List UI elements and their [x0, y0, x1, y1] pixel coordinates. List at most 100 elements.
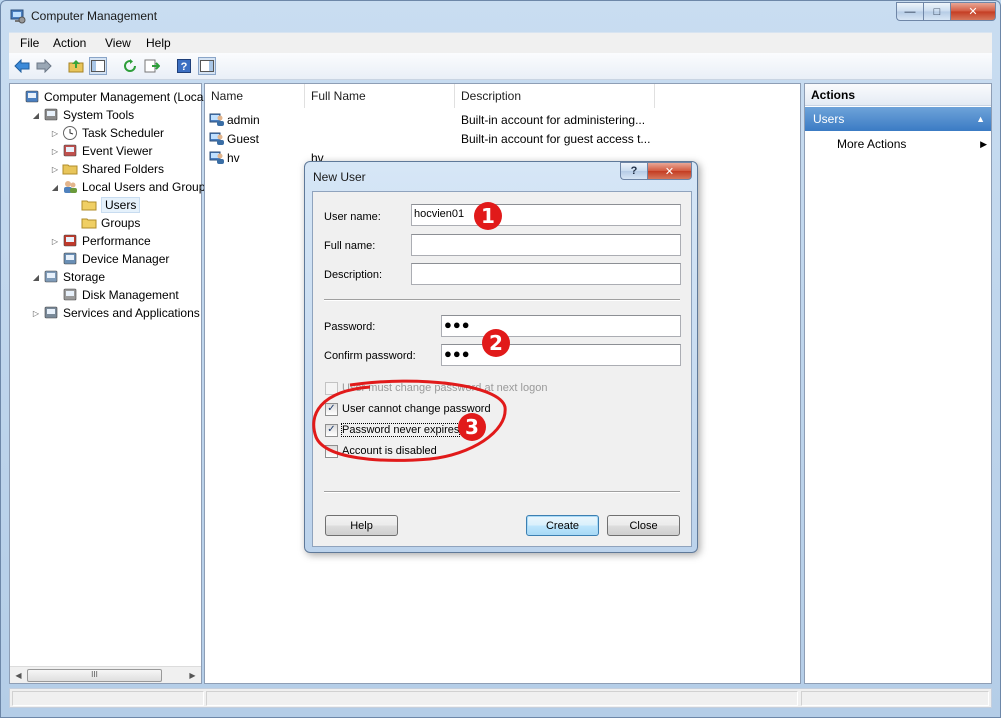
performance-icon: [62, 233, 78, 249]
up-folder-icon[interactable]: [67, 57, 85, 75]
folder-icon: [81, 197, 97, 213]
tree-item-label: Computer Management (Local: [44, 90, 207, 104]
tree-item-performance[interactable]: ▷ Performance: [50, 232, 151, 250]
actions-section-users[interactable]: Users ▲: [805, 107, 991, 131]
user-name: admin: [227, 113, 260, 127]
title-bar[interactable]: Computer Management — □ ✕: [1, 1, 1000, 31]
confirm-password-label: Confirm password:: [324, 350, 416, 362]
collapsed-arrow-icon[interactable]: ▷: [50, 237, 60, 246]
refresh-icon[interactable]: [121, 57, 139, 75]
user-row[interactable]: Guest Built-in account for guest access t…: [205, 130, 800, 149]
more-actions-label: More Actions: [837, 137, 907, 151]
tree-item-event-viewer[interactable]: ▷ Event Viewer: [50, 142, 153, 160]
tree-item-computer-management-local[interactable]: Computer Management (Local: [12, 88, 206, 106]
back-arrow-icon[interactable]: [13, 57, 31, 75]
maximize-button[interactable]: □: [923, 2, 950, 21]
submenu-arrow-icon: ▶: [980, 139, 987, 149]
tree-item-shared-folders[interactable]: ▷ Shared Folders: [50, 160, 164, 178]
close-button[interactable]: ✕: [950, 2, 996, 21]
services-icon: [43, 305, 59, 321]
username-label: User name:: [324, 211, 381, 223]
actions-header: Actions: [805, 84, 991, 106]
expanded-arrow-icon[interactable]: ◢: [31, 111, 41, 120]
tree-item-label: Performance: [82, 234, 151, 248]
more-actions-item[interactable]: More Actions ▶: [837, 137, 987, 151]
event-viewer-icon: [62, 143, 78, 159]
dialog-body: User name: hocvien01 Full name: Descript…: [312, 191, 692, 547]
collapsed-arrow-icon[interactable]: ▷: [50, 129, 60, 138]
annotation-badge-1: 1: [474, 202, 502, 230]
tree-item-task-scheduler[interactable]: ▷ Task Scheduler: [50, 124, 164, 142]
tools-icon: [43, 107, 59, 123]
close-dialog-button[interactable]: Close: [607, 515, 680, 536]
user-icon: [209, 149, 225, 168]
caption-buttons: — □ ✕: [896, 2, 996, 22]
tree-item-label: Local Users and Groups: [82, 180, 212, 194]
collapsed-arrow-icon[interactable]: ▷: [50, 165, 60, 174]
column-header-description[interactable]: Description: [455, 84, 655, 108]
tree-item-label: System Tools: [63, 108, 135, 122]
minimize-button[interactable]: —: [896, 2, 923, 21]
menu-action[interactable]: Action: [53, 36, 86, 50]
password-label: Password:: [324, 321, 376, 333]
create-button[interactable]: Create: [526, 515, 599, 536]
description-label: Description:: [324, 269, 383, 281]
collapse-arrow-icon[interactable]: ▲: [976, 107, 985, 131]
scroll-right-icon[interactable]: ▶: [185, 668, 200, 683]
computer-icon: [24, 89, 40, 105]
user-icon: [209, 130, 225, 149]
separator: [324, 491, 680, 493]
fullname-input[interactable]: [411, 234, 681, 256]
tree-item-label: Storage: [63, 270, 106, 284]
tree-item-local-users-and-groups[interactable]: ◢ Local Users and Groups: [50, 178, 211, 196]
dialog-help-button[interactable]: ?: [620, 162, 647, 180]
collapsed-arrow-icon[interactable]: ▷: [50, 147, 60, 156]
annotation-badge-2: 2: [482, 329, 510, 357]
menu-file[interactable]: File: [20, 36, 39, 50]
collapsed-arrow-icon[interactable]: ▷: [31, 309, 41, 318]
disk-icon: [62, 287, 78, 303]
tree-item-disk-management[interactable]: Disk Management: [50, 286, 179, 304]
tree-item-system-tools[interactable]: ◢ System Tools: [31, 106, 134, 124]
menu-view[interactable]: View: [105, 36, 131, 50]
scroll-left-icon[interactable]: ◀: [11, 668, 26, 683]
scroll-thumb[interactable]: III: [27, 669, 162, 682]
dialog-close-button[interactable]: ✕: [647, 162, 692, 180]
tree-item-device-manager[interactable]: Device Manager: [50, 250, 169, 268]
clock-icon: [62, 125, 78, 141]
help-icon[interactable]: ?: [175, 57, 193, 75]
expanded-arrow-icon[interactable]: ◢: [31, 273, 41, 282]
horizontal-scrollbar[interactable]: ◀ III ▶: [10, 666, 201, 683]
column-header-name[interactable]: Name: [205, 84, 305, 108]
password-input[interactable]: ●●●: [441, 315, 681, 337]
status-bar: [9, 688, 992, 708]
tree-item-label: Shared Folders: [82, 162, 165, 176]
description-input[interactable]: [411, 263, 681, 285]
show-hide-tree-icon[interactable]: [89, 57, 107, 75]
user-row[interactable]: admin Built-in account for administering.…: [205, 111, 800, 130]
tree-item-users[interactable]: Users: [69, 196, 141, 214]
confirm-password-input[interactable]: ●●●: [441, 344, 681, 366]
menu-help[interactable]: Help: [146, 36, 171, 50]
tree-item-groups[interactable]: Groups: [69, 214, 140, 232]
user-name: hv: [227, 151, 240, 165]
export-list-icon[interactable]: [143, 57, 161, 75]
user-icon: [209, 111, 225, 130]
tree-item-services-and-applications[interactable]: ▷ Services and Applications: [31, 304, 200, 322]
expanded-arrow-icon[interactable]: ◢: [50, 183, 60, 192]
column-header-full-name[interactable]: Full Name: [305, 84, 455, 108]
show-hide-action-pane-icon[interactable]: [198, 57, 216, 75]
menu-bar: File Action View Help: [9, 32, 992, 53]
status-segment: [206, 691, 798, 706]
help-button[interactable]: Help: [325, 515, 398, 536]
username-input[interactable]: hocvien01: [411, 204, 681, 226]
tree-item-storage[interactable]: ◢ Storage: [31, 268, 105, 286]
toolbar: ?: [9, 53, 992, 80]
forward-arrow-icon[interactable]: [35, 57, 53, 75]
dialog-title: New User: [313, 170, 366, 184]
window-title: Computer Management: [31, 9, 158, 23]
console-tree: Computer Management (Local ◢ System Tools ▷…: [9, 83, 211, 684]
dialog-caption-buttons: ? ✕: [620, 162, 692, 180]
tree-item-label: Groups: [101, 216, 141, 230]
user-description: Built-in account for administering...: [461, 113, 646, 127]
